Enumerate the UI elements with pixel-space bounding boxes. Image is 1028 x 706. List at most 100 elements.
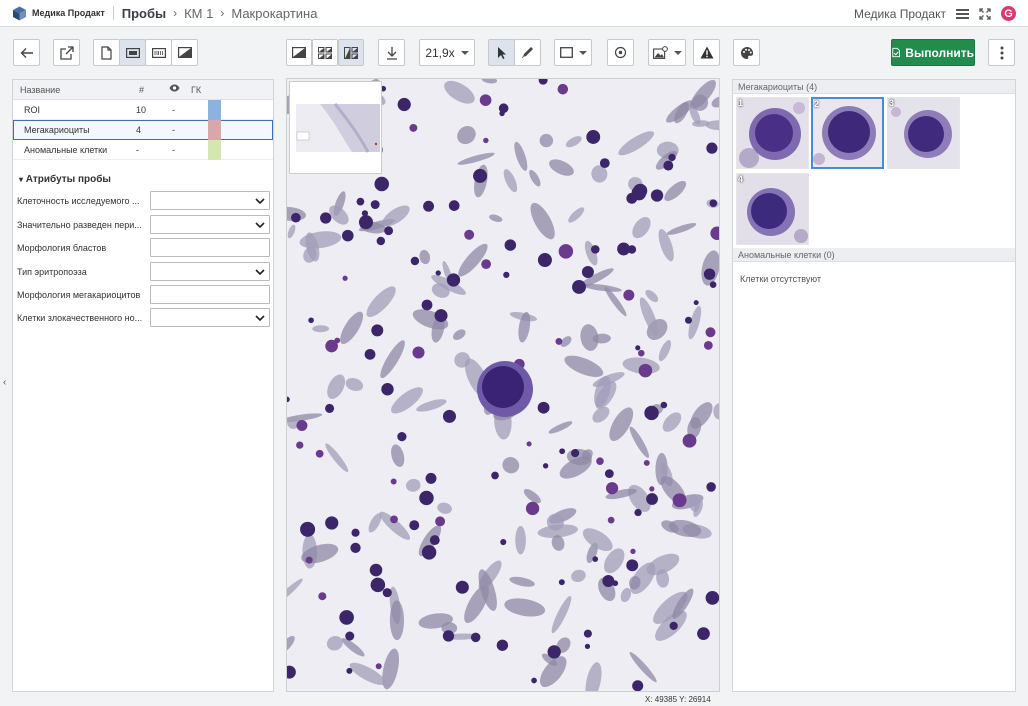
- collapse-panel-icon[interactable]: ‹: [3, 377, 6, 388]
- barcode-slide-button[interactable]: [145, 39, 172, 66]
- page-icon: [101, 45, 112, 60]
- table-row-megakaryocytes[interactable]: Мегакариоциты 4 -: [13, 120, 273, 140]
- caret-down-icon: [578, 50, 587, 55]
- column-count: #: [139, 85, 145, 95]
- row-visible[interactable]: -: [172, 145, 175, 155]
- column-name: Название: [20, 85, 61, 95]
- hamburger-menu-icon[interactable]: [956, 8, 969, 19]
- header-divider: [112, 6, 114, 20]
- split-view-button[interactable]: [338, 39, 364, 66]
- row-count: 10: [136, 105, 147, 115]
- chevron-down-icon: [255, 222, 265, 229]
- chevron-right-icon: ›: [220, 6, 225, 20]
- caret-down-icon: [460, 50, 469, 55]
- image-settings-button[interactable]: [648, 39, 686, 66]
- download-button[interactable]: [378, 39, 405, 66]
- attr-label: Клетки злокачественного но...: [17, 313, 143, 323]
- row-visible[interactable]: -: [172, 105, 175, 115]
- breadcrumb: Пробы › КМ 1 › Макрокартина: [122, 6, 318, 21]
- run-button[interactable]: Выполнить: [891, 39, 975, 66]
- zoom-value: 21,9x: [425, 45, 455, 60]
- slide-contrast-icon: [177, 47, 192, 58]
- attributes-section-toggle[interactable]: ▾ Атрибуты пробы: [19, 174, 111, 185]
- pencil-tool-button[interactable]: [514, 39, 541, 66]
- barcode-slide-icon: [151, 47, 166, 58]
- erythropoiesis-select[interactable]: [150, 262, 270, 281]
- palette-icon: [740, 46, 753, 59]
- row-visible[interactable]: -: [172, 125, 175, 135]
- app-logo[interactable]: Медика Продакт: [12, 6, 105, 21]
- pointer-tool-button[interactable]: [488, 39, 515, 66]
- page-view-button[interactable]: [93, 39, 120, 66]
- attr-label: Тип эритропоэза: [17, 267, 87, 277]
- run-button-label: Выполнить: [905, 45, 974, 60]
- breadcrumb-km1[interactable]: КМ 1: [184, 6, 213, 21]
- cell-thumbnail-2[interactable]: 2: [811, 97, 884, 169]
- caret-down-icon: ▾: [19, 175, 24, 184]
- grid-view-icon: [318, 46, 332, 59]
- split-view-icon: [344, 46, 358, 59]
- grid-view-button[interactable]: [312, 39, 338, 66]
- attr-label: Клеточность исследуемого ...: [17, 196, 140, 206]
- cursor-coordinates: X: 49385 Y: 26914: [645, 695, 711, 704]
- pencil-icon: [522, 47, 533, 58]
- dilution-select[interactable]: [150, 215, 270, 234]
- row-count: 4: [136, 125, 142, 135]
- right-panel: Мегакариоциты (4) 1 2 3 4 Аномальные кле…: [732, 79, 1016, 692]
- cell-thumbnail-4[interactable]: 4: [736, 173, 809, 245]
- single-view-icon: [292, 47, 306, 58]
- target-tool-button[interactable]: [607, 39, 634, 66]
- row-name: ROI: [24, 105, 41, 115]
- anomalous-empty-message: Клетки отсутствуют: [740, 274, 822, 284]
- zoom-select[interactable]: 21,9x: [419, 39, 475, 66]
- color-swatch[interactable]: [208, 100, 221, 120]
- column-gk: ГК: [191, 85, 202, 95]
- chevron-down-icon: [255, 315, 265, 322]
- open-external-button[interactable]: [53, 39, 80, 66]
- more-menu-button[interactable]: [988, 39, 1015, 66]
- slide-label-button[interactable]: [119, 39, 146, 66]
- document-check-icon: [892, 47, 900, 58]
- slide-viewer[interactable]: [286, 78, 720, 692]
- breadcrumb-samples[interactable]: Пробы: [122, 6, 166, 21]
- color-swatch[interactable]: [208, 120, 221, 140]
- cellularity-select[interactable]: [150, 191, 270, 210]
- row-name: Мегакариоциты: [24, 125, 90, 135]
- logo-text: Медика Продакт: [32, 8, 105, 18]
- row-name: Аномальные клетки: [24, 145, 108, 155]
- rectangle-icon: [559, 47, 573, 58]
- rectangle-tool-button[interactable]: [554, 39, 592, 66]
- user-avatar[interactable]: G: [1001, 6, 1016, 21]
- external-link-icon: [59, 45, 74, 60]
- organization-name: Медика Продакт: [853, 6, 946, 21]
- cell-thumbnail-3[interactable]: 3: [887, 97, 960, 169]
- single-view-button[interactable]: [286, 39, 312, 66]
- row-count: -: [136, 145, 139, 155]
- back-button[interactable]: [13, 39, 40, 66]
- eye-icon[interactable]: [169, 84, 180, 94]
- chevron-down-icon: [255, 198, 265, 205]
- breadcrumb-macro: Макрокартина: [231, 5, 318, 21]
- download-icon: [386, 46, 397, 60]
- attributes-title: Атрибуты пробы: [25, 174, 111, 185]
- cell-thumbnail-1[interactable]: 1: [736, 97, 809, 169]
- table-row-anomalous[interactable]: Аномальные клетки - -: [13, 140, 273, 160]
- color-swatch[interactable]: [208, 140, 221, 160]
- palette-button[interactable]: [733, 39, 760, 66]
- fullscreen-icon[interactable]: [979, 7, 991, 20]
- attr-label: Морфология бластов: [17, 243, 107, 253]
- megakaryocyte-morphology-input[interactable]: [150, 285, 270, 304]
- slide-minimap[interactable]: [289, 81, 382, 174]
- slide-contrast-button[interactable]: [171, 39, 198, 66]
- warning-button[interactable]: [693, 39, 720, 66]
- malignant-cells-select[interactable]: [150, 308, 270, 327]
- left-panel: Название # ГК ROI 10 - Мегакариоциты 4 -…: [12, 79, 274, 692]
- anomalous-section-title: Аномальные клетки (0): [733, 248, 1015, 262]
- kebab-menu-icon: [1000, 46, 1003, 59]
- attr-label: Значительно разведен пери...: [17, 220, 142, 230]
- caret-down-icon: [673, 50, 682, 55]
- table-row-roi[interactable]: ROI 10 -: [13, 100, 273, 120]
- back-arrow-icon: [20, 47, 33, 58]
- top-header: Медика Продакт Пробы › КМ 1 › Макрокарти…: [0, 0, 1028, 27]
- blast-morphology-input[interactable]: [150, 238, 270, 257]
